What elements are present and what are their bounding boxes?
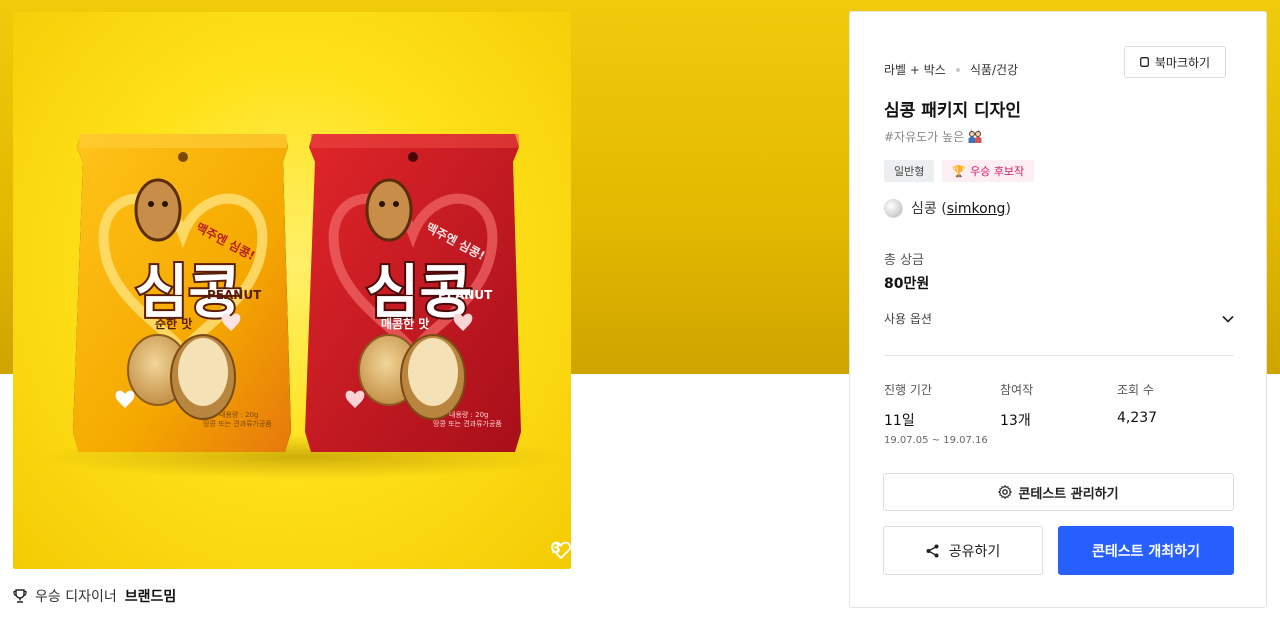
winner-name[interactable]: 브랜드밈 [125, 586, 177, 606]
stat-duration: 진행 기간 11일 19.07.05 ~ 19.07.16 [884, 381, 988, 446]
separator-dot [955, 67, 960, 72]
product-packages-illustration: 심콩 PEANUT 맥주엔 심콩! 순한 맛 내용량 : 20g 땅콩 또는 견… [43, 134, 563, 479]
pack-right: 심콩 PEANUT 맥주엔 심콩! 매콤한 맛 내용량 : 20g 땅콩 또는 … [305, 134, 521, 452]
share-icon [926, 544, 939, 557]
stat-entries: 참여작 13개 [1000, 381, 1033, 430]
winner-prefix: 우승 디자이너 [35, 589, 117, 605]
author-close: ) [1005, 201, 1011, 217]
bookmark-label: 북마크하기 [1154, 55, 1211, 70]
category-primary[interactable]: 라벨 + 박스 [884, 61, 946, 78]
gear-icon [998, 485, 1013, 499]
entries-value: 13개 [1000, 413, 1031, 429]
author[interactable]: 심콩 (simkong) [884, 198, 1011, 218]
stat-views: 조회 수 4,237 [1117, 381, 1157, 426]
entries-label: 참여작 [1000, 383, 1034, 397]
like-button[interactable]: 3 [551, 541, 571, 559]
pack-left-weight: 내용량 : 20g [219, 410, 258, 419]
duration-range: 19.07.05 ~ 19.07.16 [884, 435, 988, 446]
heart-icon [551, 541, 571, 559]
share-label: 공유하기 [948, 543, 1001, 560]
pack-left-desc: 땅콩 또는 견과류가공품 [203, 419, 272, 428]
manage-contest-label: 콘테스트 관리하기 [1018, 486, 1119, 502]
pack-right-subbrand: PEANUT [438, 288, 493, 302]
badge-row: 일반형 🏆 우승 후보작 [884, 160, 1035, 182]
manage-contest-button[interactable]: 콘테스트 관리하기 [883, 473, 1234, 511]
winner-candidate-badge: 🏆 우승 후보작 [942, 160, 1035, 182]
views-label: 조회 수 [1117, 383, 1154, 397]
host-contest-button[interactable]: 콘테스트 개최하기 [1058, 526, 1234, 575]
pack-right-weight: 내용량 : 20g [449, 410, 488, 419]
author-name-group: 심콩 (simkong) [911, 198, 1011, 218]
chevron-down-icon [1222, 315, 1234, 323]
pack-left-subbrand: PEANUT [207, 288, 262, 302]
prize-value: 80만원 [884, 276, 930, 292]
winner-designer: 우승 디자이너 브랜드밈 [13, 586, 176, 606]
category-secondary[interactable]: 식품/건강 [970, 61, 1018, 78]
pack-right-desc: 땅콩 또는 견과류가공품 [433, 419, 502, 428]
bookmark-button[interactable]: 북마크하기 [1124, 46, 1226, 78]
bookmark-icon [1139, 57, 1149, 67]
trophy-small-icon: 🏆 [952, 164, 967, 178]
duration-label: 진행 기간 [884, 383, 932, 397]
pack-right-flavor: 매콤한 맛 [381, 316, 429, 331]
contest-title: 심콩 패키지 디자인 [884, 101, 1021, 121]
divider [884, 355, 1234, 356]
views-value: 4,237 [1117, 410, 1158, 426]
prize-label: 총 상금 [884, 253, 925, 268]
author-name: 심콩 ( [911, 201, 947, 217]
author-handle-link[interactable]: simkong [947, 201, 1006, 217]
pack-left-flavor: 순한 맛 [155, 316, 192, 331]
category-breadcrumb: 라벨 + 박스 식품/건강 [884, 61, 1018, 78]
trophy-icon [13, 589, 27, 603]
contest-info-panel: 라벨 + 박스 식품/건강 북마크하기 심콩 패키지 디자인 #자유도가 높은 … [849, 11, 1267, 608]
hero-image[interactable]: 심콩 PEANUT 맥주엔 심콩! 순한 맛 내용량 : 20g 땅콩 또는 견… [13, 12, 571, 569]
tagline-text: #자유도가 높은 [884, 130, 965, 144]
options-dropdown[interactable]: 사용 옵션 [884, 310, 1234, 327]
host-contest-label: 콘테스트 개최하기 [1092, 543, 1200, 560]
avatar [884, 198, 903, 218]
contest-type-badge: 일반형 [884, 160, 935, 182]
winner-candidate-label: 우승 후보작 [970, 165, 1025, 178]
duration-value: 11일 [884, 413, 915, 429]
share-button[interactable]: 공유하기 [883, 526, 1043, 575]
options-label: 사용 옵션 [884, 312, 932, 326]
emoji-people-icon [968, 129, 982, 143]
contest-tagline: #자유도가 높은 [884, 128, 983, 145]
pack-left: 심콩 PEANUT 맥주엔 심콩! 순한 맛 내용량 : 20g 땅콩 또는 견… [73, 134, 291, 452]
